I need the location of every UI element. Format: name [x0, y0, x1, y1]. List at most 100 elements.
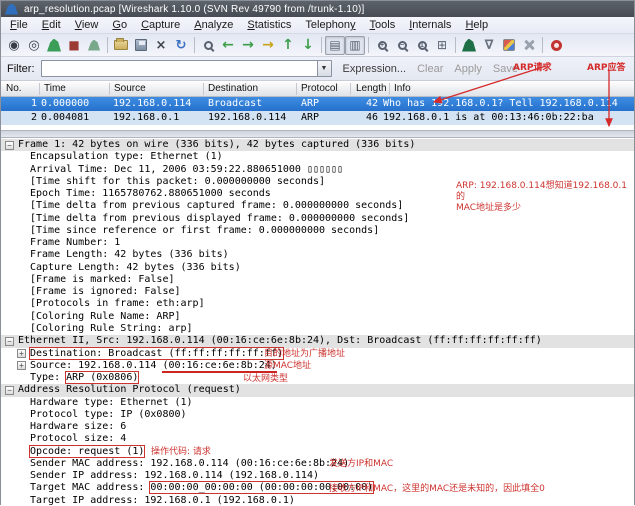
restart-capture-icon[interactable] [84, 36, 104, 55]
capture-options-icon[interactable] [24, 36, 44, 55]
go-packet-icon[interactable] [258, 36, 278, 55]
open-file-glyph [114, 38, 128, 50]
col-protocol[interactable]: Protocol [301, 83, 338, 94]
text-segment: Type: [30, 372, 67, 384]
toolbar-separator [194, 37, 195, 53]
col-no[interactable]: No. [6, 83, 22, 94]
title-bar: arp_resolution.pcap [Wireshark 1.10.0 (S… [1, 1, 634, 17]
col-source[interactable]: Source [114, 83, 146, 94]
cell-info: 192.168.0.1 is at 00:13:46:0b:22:ba [383, 112, 594, 123]
detail-line[interactable]: [Frame is marked: False] [1, 274, 634, 286]
expression-button[interactable]: Expression... [343, 63, 407, 75]
go-top-icon[interactable] [278, 36, 298, 55]
detail-text: Hardware type: Ethernet (1) [30, 397, 193, 409]
help-icon[interactable] [546, 36, 566, 55]
detail-line[interactable]: − Ethernet II, Src: 192.168.0.114 (00:16:… [1, 335, 634, 348]
detail-line[interactable]: Frame Length: 42 bytes (336 bits) [1, 249, 634, 261]
open-file-icon[interactable] [111, 36, 131, 55]
go-bottom-glyph [302, 36, 314, 54]
packet-list-header[interactable]: No. Time Source Destination Protocol Len… [1, 81, 634, 97]
text-segment: Sender IP address: 192.168.0.114 (192.16… [30, 470, 319, 482]
coloring-rules-icon[interactable] [499, 36, 519, 55]
detail-line[interactable]: [Coloring Rule Name: ARP] [1, 311, 634, 323]
menu-help[interactable]: Help [458, 18, 495, 32]
capture-filter-icon[interactable] [459, 36, 479, 55]
help-glyph [550, 39, 562, 51]
close-file-icon[interactable] [151, 36, 171, 55]
colorize-toggle-icon[interactable] [325, 35, 345, 55]
menu-file[interactable]: File [3, 18, 35, 32]
detail-line[interactable]: Encapsulation type: Ethernet (1) [1, 151, 634, 163]
detail-line[interactable]: Hardware size: 6 [1, 421, 634, 433]
expand-icon[interactable]: + [17, 349, 26, 359]
save-file-glyph [135, 39, 147, 51]
collapse-icon[interactable]: − [5, 336, 14, 346]
detail-line[interactable]: Target MAC address: 00:00:00_00:00:00 (0… [1, 481, 634, 495]
go-bottom-icon[interactable] [298, 36, 318, 55]
detail-line[interactable]: Type: ARP (0x0806) 以太网类型 [1, 371, 634, 385]
menu-statistics[interactable]: Statistics [240, 18, 298, 32]
reload-icon[interactable] [171, 36, 191, 55]
filter-dropdown-icon[interactable]: ▼ [316, 60, 332, 77]
save-file-icon[interactable] [131, 36, 151, 55]
detail-line[interactable]: Protocol size: 4 [1, 433, 634, 445]
packet-row-1[interactable]: 1 0.000000 192.168.0.114 Broadcast ARP 42 Who … [1, 97, 634, 111]
filter-input[interactable] [40, 60, 317, 77]
col-destination[interactable]: Destination [208, 83, 258, 94]
detail-line[interactable]: Sender MAC address: 192.168.0.114 (00:16… [1, 458, 634, 470]
detail-line[interactable]: − Frame 1: 42 bytes on wire (336 bits), 4… [1, 139, 634, 152]
detail-line[interactable]: [Coloring Rule String: arp] [1, 323, 634, 335]
stop-capture-icon[interactable] [64, 36, 84, 55]
menu-view[interactable]: View [68, 18, 106, 32]
zoom-100-icon[interactable]: 1 [412, 36, 432, 55]
detail-line[interactable]: Capture Length: 42 bytes (336 bits) [1, 262, 634, 274]
apply-button[interactable]: Apply [454, 63, 482, 75]
packet-row-2[interactable]: 2 0.004081 192.168.0.1 192.168.0.114 ARP 46 19… [1, 111, 634, 125]
detail-line[interactable]: [Time delta from previous displayed fram… [1, 213, 634, 225]
detail-line[interactable]: Target IP address: 192.168.0.1 (192.168.… [1, 495, 634, 506]
expand-icon[interactable]: + [17, 361, 26, 371]
start-capture-icon[interactable] [44, 36, 64, 55]
menu-go[interactable]: Go [105, 18, 134, 32]
menu-telephony[interactable]: Telephony [298, 18, 362, 32]
collapse-icon[interactable]: − [5, 385, 14, 395]
col-length[interactable]: Length [356, 83, 387, 94]
detail-line[interactable]: Opcode: request (1) 操作代码: 请求 [1, 444, 634, 458]
detail-line[interactable]: − Address Resolution Protocol (request) [1, 384, 634, 397]
detail-line[interactable]: Hardware type: Ethernet (1) [1, 397, 634, 409]
go-forward-icon[interactable] [238, 36, 258, 55]
autoscroll-toggle-icon[interactable] [345, 35, 365, 55]
clear-button[interactable]: Clear [417, 63, 443, 75]
menu-capture[interactable]: Capture [134, 18, 187, 32]
detail-line[interactable]: [Time delta from previous captured frame… [1, 200, 634, 212]
pane-splitter[interactable] [1, 130, 634, 138]
detail-line[interactable]: Epoch Time: 1165780762.880651000 seconds [1, 188, 634, 200]
collapse-icon[interactable]: − [5, 140, 14, 150]
resize-columns-icon[interactable] [432, 36, 452, 55]
list-interfaces-icon[interactable] [4, 36, 24, 55]
detail-line[interactable]: Protocol type: IP (0x0800) [1, 409, 634, 421]
col-info[interactable]: Info [394, 83, 411, 94]
menu-edit[interactable]: Edit [35, 18, 68, 32]
detail-line[interactable]: + Source: 192.168.0.114 (00:16:ce:6e:8b:2… [1, 359, 634, 373]
detail-text: Frame Length: 42 bytes (336 bits) [30, 249, 229, 261]
preferences-icon[interactable] [519, 36, 539, 55]
detail-line[interactable]: Frame Number: 1 [1, 237, 634, 249]
menu-analyze[interactable]: Analyze [187, 18, 240, 32]
detail-line[interactable]: [Frame is ignored: False] [1, 286, 634, 298]
detail-line[interactable]: [Protocols in frame: eth:arp] [1, 298, 634, 310]
display-filter-icon[interactable] [479, 36, 499, 55]
detail-line[interactable]: [Time since reference or first frame: 0.… [1, 225, 634, 237]
detail-line[interactable]: [Time shift for this packet: 0.000000000… [1, 176, 634, 188]
find-packet-icon[interactable] [198, 36, 218, 55]
text-segment: Capture Length: 42 bytes (336 bits) [30, 261, 241, 273]
detail-line[interactable]: Sender IP address: 192.168.0.114 (192.16… [1, 470, 634, 482]
menu-tools[interactable]: Tools [363, 18, 403, 32]
go-back-icon[interactable] [218, 36, 238, 55]
detail-line[interactable]: Arrival Time: Dec 11, 2006 03:59:22.8806… [1, 164, 634, 176]
detail-line[interactable]: + Destination: Broadcast (ff:ff:ff:ff:ff:… [1, 346, 634, 360]
zoom-in-icon[interactable]: + [372, 36, 392, 55]
menu-internals[interactable]: Internals [402, 18, 458, 32]
col-time[interactable]: Time [44, 83, 66, 94]
zoom-out-icon[interactable]: − [392, 36, 412, 55]
